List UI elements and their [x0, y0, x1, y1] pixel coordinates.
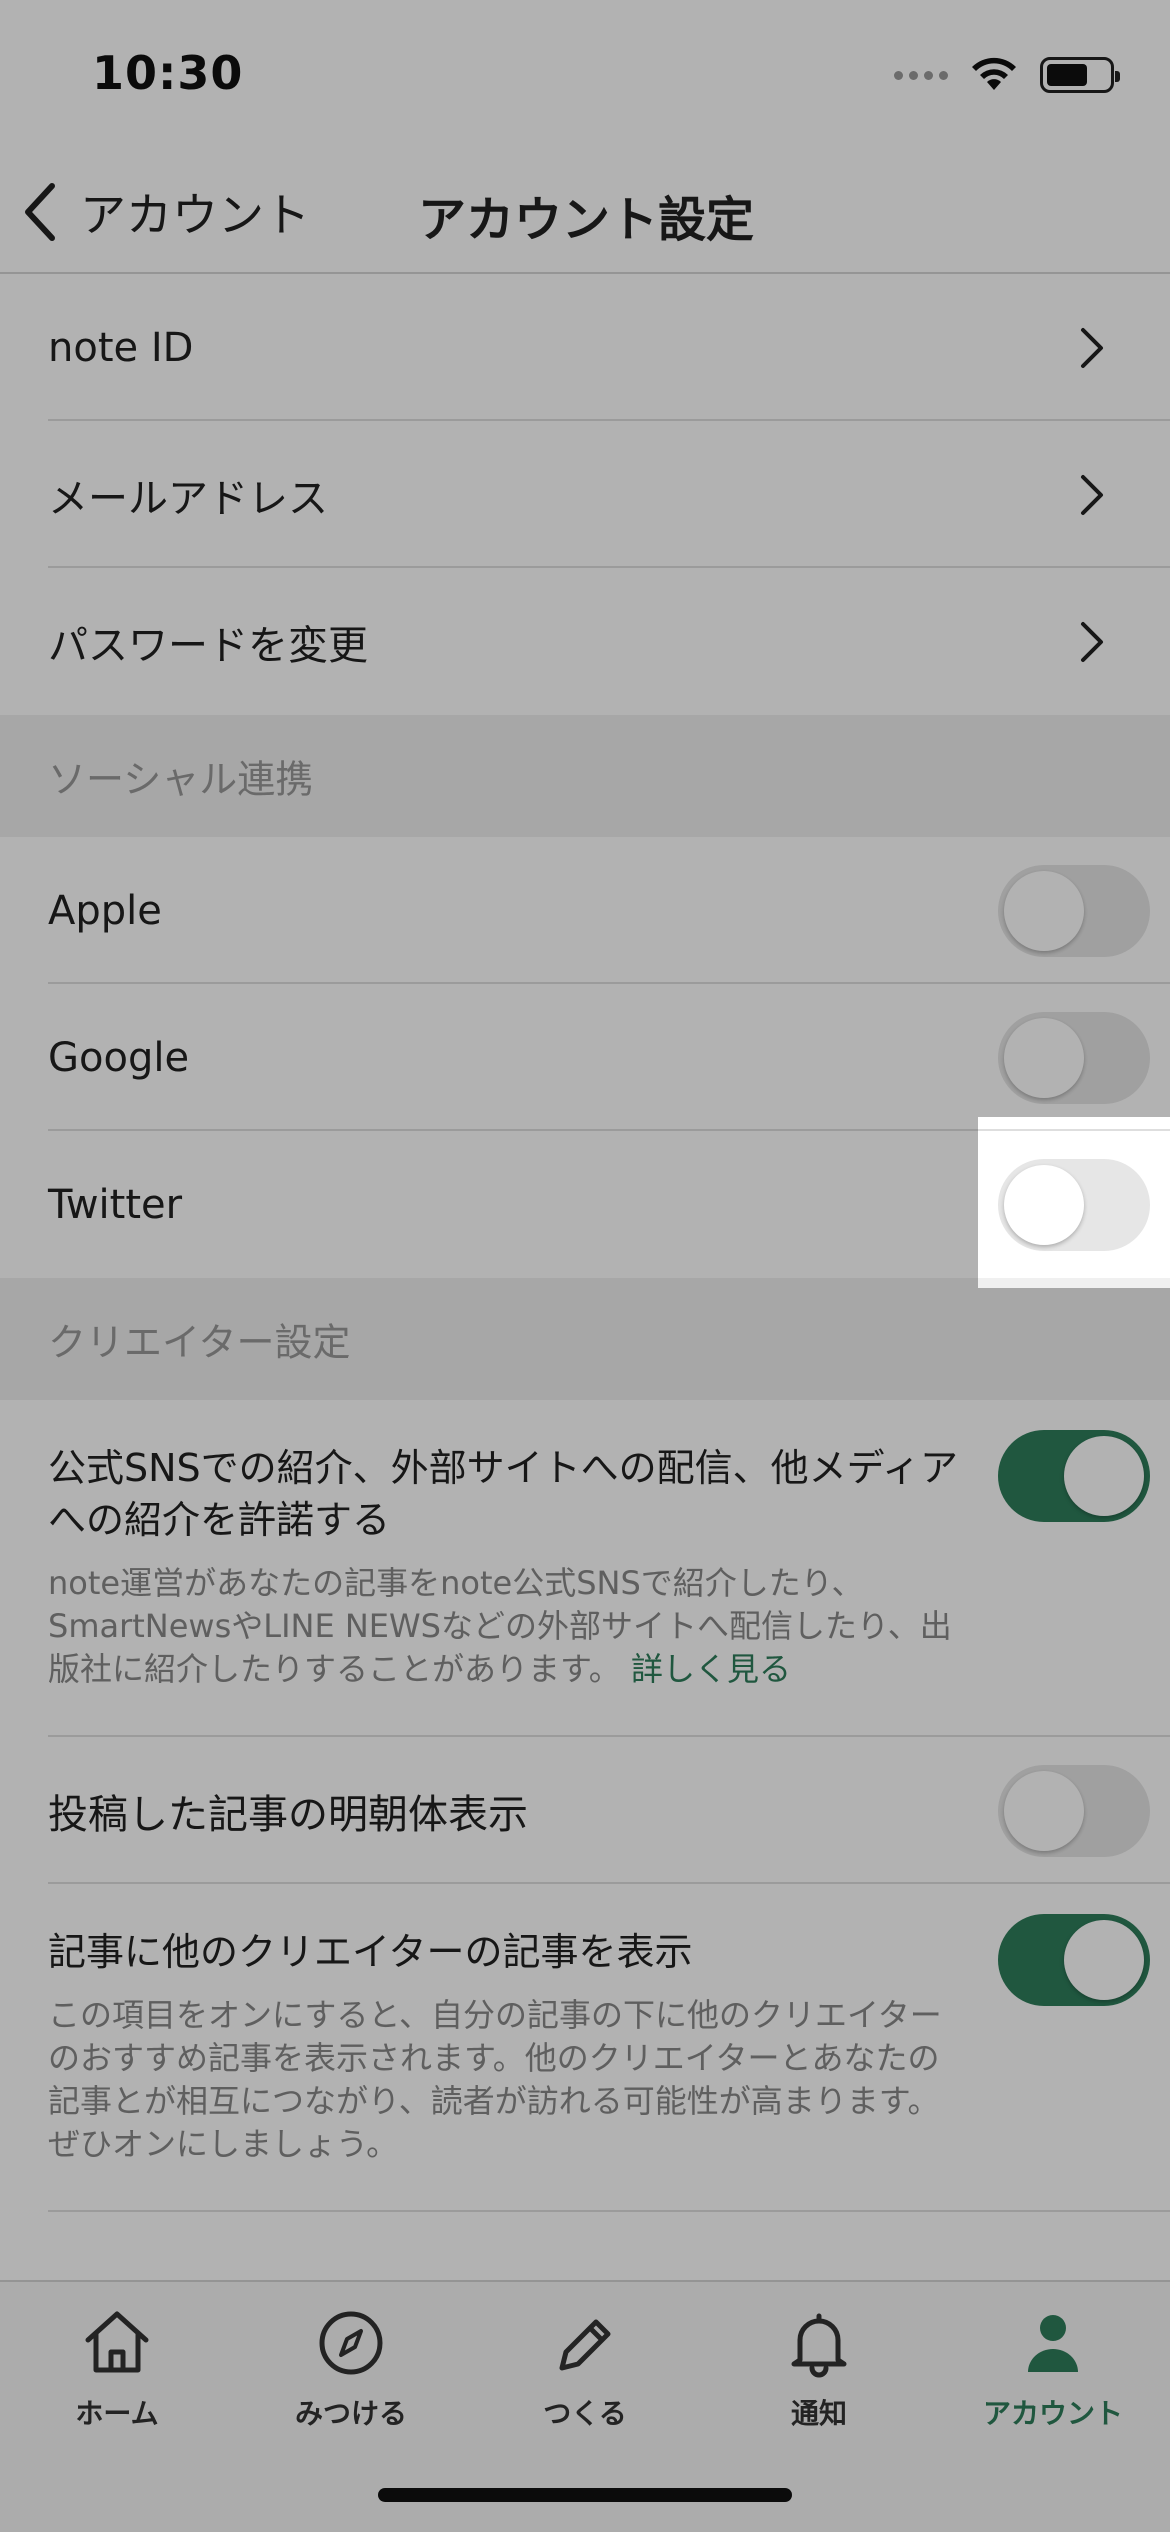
navigation-bar: アカウント アカウント設定 — [0, 150, 1170, 274]
note-id-row[interactable]: note ID — [0, 274, 1170, 421]
social-section-header: ソーシャル連携 — [0, 715, 1170, 837]
section-title: クリエイター設定 — [48, 1320, 351, 1365]
section-title: ソーシャル連携 — [48, 757, 314, 802]
settings-screen: 10:30 アカウント アカウント設定 note ID メールアドレス パスワー… — [0, 0, 1170, 2532]
mincho-toggle[interactable] — [998, 1765, 1150, 1857]
related-articles-toggle[interactable] — [998, 1914, 1150, 2006]
twitter-toggle[interactable] — [998, 1159, 1150, 1251]
sns-permission-toggle[interactable] — [998, 1430, 1150, 1522]
chevron-right-icon — [1081, 621, 1103, 662]
row-label: Google — [48, 1034, 190, 1081]
row-title: 公式SNSでの紹介、外部サイトへの配信、他メディアへの紹介を許諾する — [48, 1446, 959, 1542]
twitter-row: Twitter — [0, 1131, 1170, 1278]
apple-row: Apple — [0, 837, 1170, 984]
tab-label: ホーム — [75, 2397, 159, 2430]
chevron-right-icon — [1081, 474, 1103, 515]
google-toggle[interactable] — [998, 1012, 1150, 1104]
row-label: note ID — [48, 324, 194, 371]
row-label: 投稿した記事の明朝体表示 — [48, 1791, 528, 1838]
bell-icon — [791, 2313, 847, 2378]
status-time: 10:30 — [92, 46, 244, 100]
email-row[interactable]: メールアドレス — [0, 421, 1170, 568]
wifi-icon — [968, 54, 1020, 96]
tab-label: みつける — [294, 2397, 407, 2430]
tab-create[interactable]: つくる — [468, 2296, 702, 2446]
back-button[interactable]: アカウント — [20, 172, 310, 252]
tab-label: つくる — [543, 2397, 627, 2430]
row-label: Twitter — [48, 1181, 183, 1228]
home-indicator — [378, 2488, 792, 2502]
chevron-left-icon — [25, 183, 55, 241]
row-description: note運営があなたの記事をnote公式SNSで紹介したり、SmartNewsや… — [48, 1564, 952, 1688]
change-password-row[interactable]: パスワードを変更 — [0, 568, 1170, 715]
mincho-row: 投稿した記事の明朝体表示 — [0, 1737, 1170, 1884]
pencil-icon — [559, 2319, 611, 2371]
settings-list: note ID メールアドレス パスワードを変更 ソーシャル連携 Apple G… — [0, 274, 1170, 2212]
compass-icon — [319, 2311, 383, 2375]
tab-discover[interactable]: みつける — [234, 2296, 468, 2446]
status-icons — [894, 52, 1120, 98]
row-description: この項目をオンにすると、自分の記事の下に他のクリエイターのおすすめ記事を表示され… — [48, 1996, 942, 2163]
row-label: メールアドレス — [48, 475, 328, 522]
home-icon — [85, 2311, 149, 2373]
tab-notifications[interactable]: 通知 — [702, 2296, 936, 2446]
related-articles-row: 記事に他のクリエイターの記事を表示 この項目をオンにすると、自分の記事の下に他の… — [0, 1884, 1170, 2212]
chevron-right-icon — [1081, 327, 1103, 368]
person-icon — [1028, 2315, 1078, 2372]
status-bar: 10:30 — [0, 0, 1170, 150]
cellular-signal-icon — [894, 70, 948, 80]
tab-label: 通知 — [790, 2397, 847, 2430]
row-title: 記事に他のクリエイターの記事を表示 — [48, 1930, 693, 1974]
learn-more-link[interactable]: 詳しく見る — [631, 1650, 791, 1688]
sns-permission-row: 公式SNSでの紹介、外部サイトへの配信、他メディアへの紹介を許諾する note運… — [0, 1400, 1170, 1737]
back-label: アカウント — [80, 188, 310, 242]
google-row: Google — [0, 984, 1170, 1131]
creator-section-header: クリエイター設定 — [0, 1278, 1170, 1400]
battery-icon — [1040, 57, 1120, 93]
row-label: Apple — [48, 887, 162, 934]
row-label: パスワードを変更 — [48, 622, 368, 669]
page-title: アカウント設定 — [418, 192, 755, 248]
tab-account[interactable]: アカウント — [936, 2296, 1170, 2446]
tab-home[interactable]: ホーム — [0, 2296, 234, 2446]
apple-toggle[interactable] — [998, 865, 1150, 957]
tab-label: アカウント — [982, 2397, 1123, 2430]
